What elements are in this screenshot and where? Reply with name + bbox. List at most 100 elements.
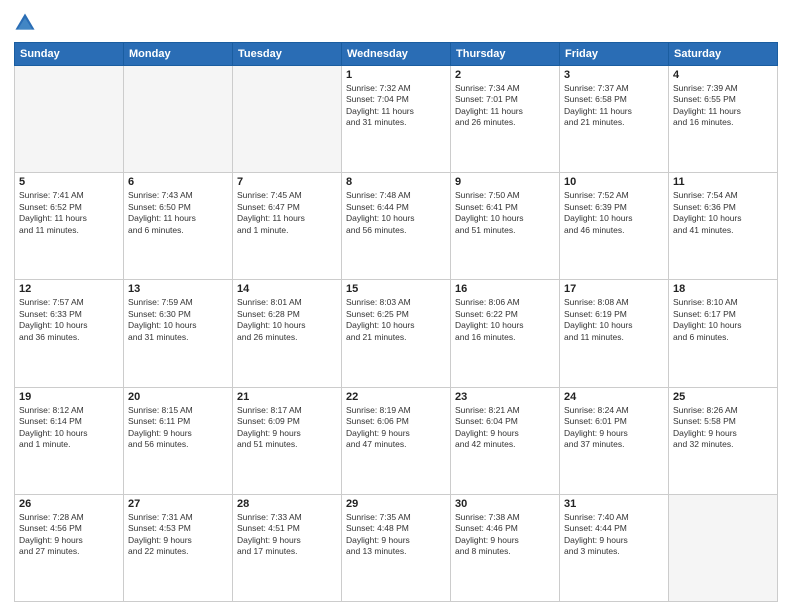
- day-number: 29: [346, 498, 446, 510]
- day-number: 2: [455, 69, 555, 81]
- day-info: Sunrise: 7:41 AM Sunset: 6:52 PM Dayligh…: [19, 190, 119, 236]
- calendar-cell: 24 Sunrise: 8:24 AM Sunset: 6:01 PM Dayli…: [560, 387, 669, 494]
- calendar-cell: [124, 66, 233, 173]
- day-info: Sunrise: 8:26 AM Sunset: 5:58 PM Dayligh…: [673, 405, 773, 451]
- day-number: 25: [673, 391, 773, 403]
- week-row-1: 1 Sunrise: 7:32 AM Sunset: 7:04 PM Daylig…: [15, 66, 778, 173]
- day-info: Sunrise: 7:28 AM Sunset: 4:56 PM Dayligh…: [19, 512, 119, 558]
- weekday-header-saturday: Saturday: [669, 43, 778, 66]
- day-info: Sunrise: 7:38 AM Sunset: 4:46 PM Dayligh…: [455, 512, 555, 558]
- day-number: 21: [237, 391, 337, 403]
- day-info: Sunrise: 7:45 AM Sunset: 6:47 PM Dayligh…: [237, 190, 337, 236]
- weekday-header-tuesday: Tuesday: [233, 43, 342, 66]
- day-number: 12: [19, 283, 119, 295]
- day-number: 9: [455, 176, 555, 188]
- logo-icon: [14, 12, 36, 34]
- day-info: Sunrise: 8:01 AM Sunset: 6:28 PM Dayligh…: [237, 297, 337, 343]
- calendar-cell: 19Sunrise: 8:12 AM Sunset: 6:14 PM Dayli…: [15, 387, 124, 494]
- calendar-cell: 10 Sunrise: 7:52 AM Sunset: 6:39 PM Dayli…: [560, 173, 669, 280]
- day-number: 24: [564, 391, 664, 403]
- logo: [14, 12, 40, 34]
- calendar-cell: 6 Sunrise: 7:43 AM Sunset: 6:50 PM Daylig…: [124, 173, 233, 280]
- day-info: Sunrise: 8:21 AM Sunset: 6:04 PM Dayligh…: [455, 405, 555, 451]
- week-row-5: 26 Sunrise: 7:28 AM Sunset: 4:56 PM Dayli…: [15, 494, 778, 601]
- calendar-cell: 11 Sunrise: 7:54 AM Sunset: 6:36 PM Dayli…: [669, 173, 778, 280]
- day-info: Sunrise: 8:10 AM Sunset: 6:17 PM Dayligh…: [673, 297, 773, 343]
- day-info: Sunrise: 8:24 AM Sunset: 6:01 PM Dayligh…: [564, 405, 664, 451]
- day-number: 31: [564, 498, 664, 510]
- day-info: Sunrise: 7:52 AM Sunset: 6:39 PM Dayligh…: [564, 190, 664, 236]
- calendar-cell: 20 Sunrise: 8:15 AM Sunset: 6:11 PM Dayli…: [124, 387, 233, 494]
- calendar-cell: 15Sunrise: 8:03 AM Sunset: 6:25 PM Dayli…: [342, 280, 451, 387]
- calendar-cell: 14 Sunrise: 8:01 AM Sunset: 6:28 PM Dayli…: [233, 280, 342, 387]
- day-info: Sunrise: 7:33 AM Sunset: 4:51 PM Dayligh…: [237, 512, 337, 558]
- calendar-cell: 3 Sunrise: 7:37 AM Sunset: 6:58 PM Daylig…: [560, 66, 669, 173]
- calendar-cell: 25 Sunrise: 8:26 AM Sunset: 5:58 PM Dayli…: [669, 387, 778, 494]
- day-info: Sunrise: 7:43 AM Sunset: 6:50 PM Dayligh…: [128, 190, 228, 236]
- day-info: Sunrise: 7:37 AM Sunset: 6:58 PM Dayligh…: [564, 83, 664, 129]
- calendar-cell: 4Sunrise: 7:39 AM Sunset: 6:55 PM Daylig…: [669, 66, 778, 173]
- day-number: 30: [455, 498, 555, 510]
- calendar-cell: [15, 66, 124, 173]
- day-info: Sunrise: 7:31 AM Sunset: 4:53 PM Dayligh…: [128, 512, 228, 558]
- calendar-cell: 7 Sunrise: 7:45 AM Sunset: 6:47 PM Daylig…: [233, 173, 342, 280]
- day-number: 10: [564, 176, 664, 188]
- calendar-cell: 12 Sunrise: 7:57 AM Sunset: 6:33 PM Dayli…: [15, 280, 124, 387]
- calendar-cell: [233, 66, 342, 173]
- day-number: 13: [128, 283, 228, 295]
- calendar-cell: 22 Sunrise: 8:19 AM Sunset: 6:06 PM Dayli…: [342, 387, 451, 494]
- day-info: Sunrise: 7:39 AM Sunset: 6:55 PM Dayligh…: [673, 83, 773, 129]
- day-info: Sunrise: 7:34 AM Sunset: 7:01 PM Dayligh…: [455, 83, 555, 129]
- day-number: 20: [128, 391, 228, 403]
- weekday-header-friday: Friday: [560, 43, 669, 66]
- weekday-header-wednesday: Wednesday: [342, 43, 451, 66]
- day-info: Sunrise: 7:40 AM Sunset: 4:44 PM Dayligh…: [564, 512, 664, 558]
- day-info: Sunrise: 7:57 AM Sunset: 6:33 PM Dayligh…: [19, 297, 119, 343]
- day-number: 7: [237, 176, 337, 188]
- calendar-cell: 23 Sunrise: 8:21 AM Sunset: 6:04 PM Dayli…: [451, 387, 560, 494]
- day-number: 23: [455, 391, 555, 403]
- calendar-cell: 8 Sunrise: 7:48 AM Sunset: 6:44 PM Daylig…: [342, 173, 451, 280]
- calendar-cell: 17Sunrise: 8:08 AM Sunset: 6:19 PM Dayli…: [560, 280, 669, 387]
- week-row-3: 12 Sunrise: 7:57 AM Sunset: 6:33 PM Dayli…: [15, 280, 778, 387]
- day-info: Sunrise: 8:06 AM Sunset: 6:22 PM Dayligh…: [455, 297, 555, 343]
- day-number: 15: [346, 283, 446, 295]
- day-number: 1: [346, 69, 446, 81]
- day-info: Sunrise: 8:17 AM Sunset: 6:09 PM Dayligh…: [237, 405, 337, 451]
- day-number: 11: [673, 176, 773, 188]
- day-number: 8: [346, 176, 446, 188]
- day-info: Sunrise: 8:08 AM Sunset: 6:19 PM Dayligh…: [564, 297, 664, 343]
- calendar-table: SundayMondayTuesdayWednesdayThursdayFrid…: [14, 42, 778, 602]
- calendar-cell: 26 Sunrise: 7:28 AM Sunset: 4:56 PM Dayli…: [15, 494, 124, 601]
- calendar-cell: 31 Sunrise: 7:40 AM Sunset: 4:44 PM Dayli…: [560, 494, 669, 601]
- day-number: 28: [237, 498, 337, 510]
- day-info: Sunrise: 8:12 AM Sunset: 6:14 PM Dayligh…: [19, 405, 119, 451]
- weekday-header-monday: Monday: [124, 43, 233, 66]
- calendar-cell: 27Sunrise: 7:31 AM Sunset: 4:53 PM Dayli…: [124, 494, 233, 601]
- day-number: 14: [237, 283, 337, 295]
- day-number: 3: [564, 69, 664, 81]
- week-row-2: 5 Sunrise: 7:41 AM Sunset: 6:52 PM Daylig…: [15, 173, 778, 280]
- weekday-header-row: SundayMondayTuesdayWednesdayThursdayFrid…: [15, 43, 778, 66]
- calendar-cell: 18 Sunrise: 8:10 AM Sunset: 6:17 PM Dayli…: [669, 280, 778, 387]
- day-number: 5: [19, 176, 119, 188]
- calendar-cell: 29Sunrise: 7:35 AM Sunset: 4:48 PM Dayli…: [342, 494, 451, 601]
- day-number: 22: [346, 391, 446, 403]
- calendar-cell: 30 Sunrise: 7:38 AM Sunset: 4:46 PM Dayli…: [451, 494, 560, 601]
- day-number: 26: [19, 498, 119, 510]
- calendar-cell: 13 Sunrise: 7:59 AM Sunset: 6:30 PM Dayli…: [124, 280, 233, 387]
- day-info: Sunrise: 7:50 AM Sunset: 6:41 PM Dayligh…: [455, 190, 555, 236]
- page: SundayMondayTuesdayWednesdayThursdayFrid…: [0, 0, 792, 612]
- day-info: Sunrise: 7:48 AM Sunset: 6:44 PM Dayligh…: [346, 190, 446, 236]
- day-number: 18: [673, 283, 773, 295]
- calendar-cell: 9 Sunrise: 7:50 AM Sunset: 6:41 PM Daylig…: [451, 173, 560, 280]
- day-info: Sunrise: 7:59 AM Sunset: 6:30 PM Dayligh…: [128, 297, 228, 343]
- day-info: Sunrise: 7:54 AM Sunset: 6:36 PM Dayligh…: [673, 190, 773, 236]
- day-number: 16: [455, 283, 555, 295]
- day-number: 6: [128, 176, 228, 188]
- week-row-4: 19Sunrise: 8:12 AM Sunset: 6:14 PM Dayli…: [15, 387, 778, 494]
- day-info: Sunrise: 8:15 AM Sunset: 6:11 PM Dayligh…: [128, 405, 228, 451]
- weekday-header-sunday: Sunday: [15, 43, 124, 66]
- day-info: Sunrise: 7:32 AM Sunset: 7:04 PM Dayligh…: [346, 83, 446, 129]
- day-info: Sunrise: 8:19 AM Sunset: 6:06 PM Dayligh…: [346, 405, 446, 451]
